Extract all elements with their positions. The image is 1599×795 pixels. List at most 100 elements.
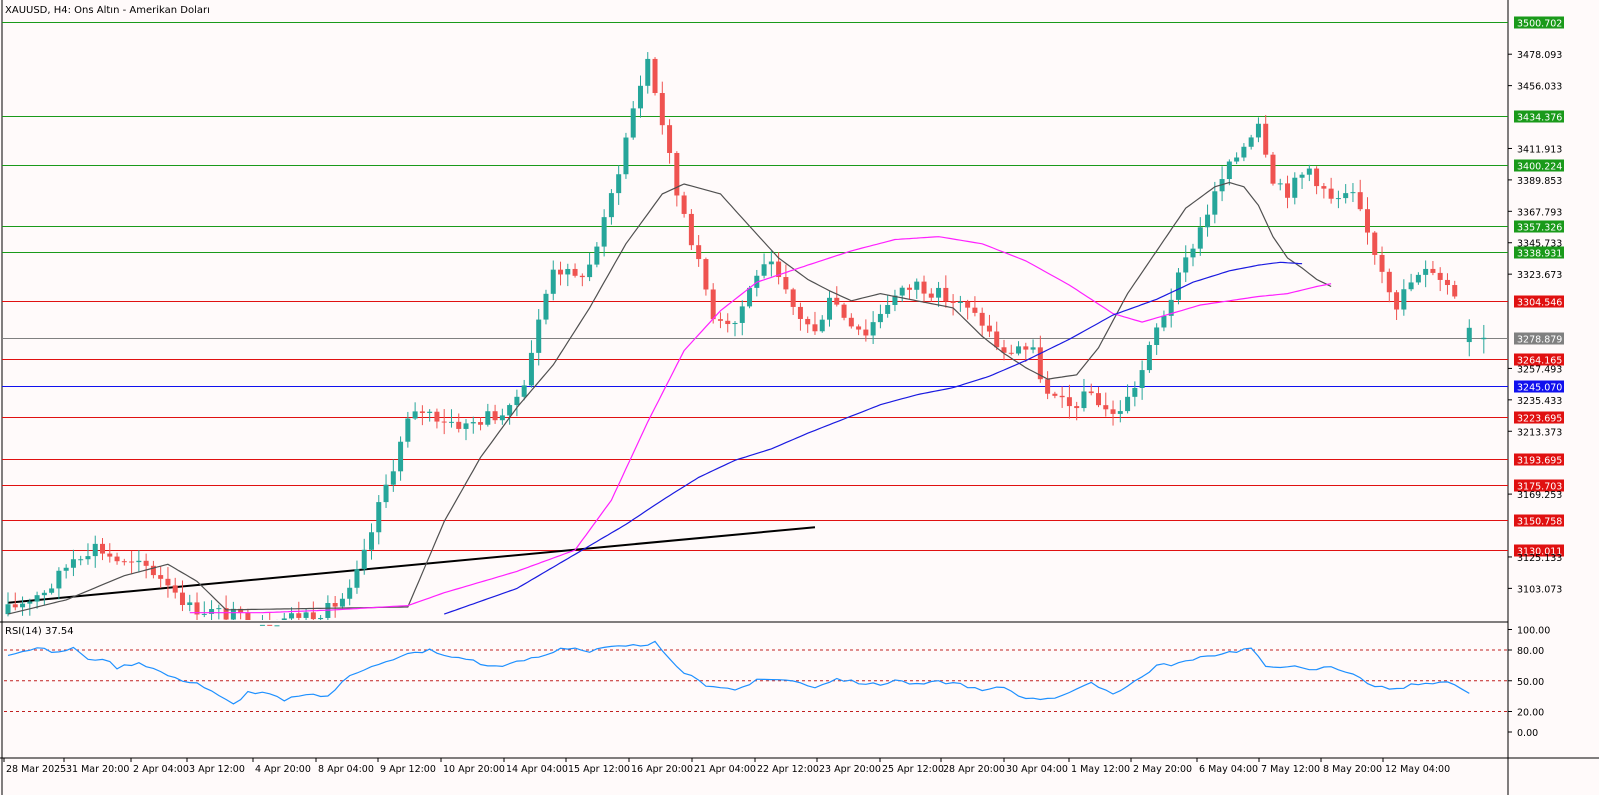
bull-candle (136, 560, 142, 563)
bull-candle (1125, 396, 1131, 412)
time-tick-label: 6 May 04:00 (1199, 764, 1258, 775)
time-tick-label: 7 May 12:00 (1261, 764, 1320, 775)
bull-candle (827, 297, 833, 320)
bull-candle (1255, 123, 1261, 138)
bull-candle (1350, 192, 1356, 194)
bull-candle (1408, 282, 1414, 290)
bear-candle (1285, 183, 1291, 198)
bear-candle (703, 259, 709, 290)
bull-candle (1241, 146, 1247, 158)
bear-candle (805, 318, 811, 325)
bear-candle (419, 411, 425, 414)
bull-candle (594, 246, 600, 265)
bear-candle (310, 612, 316, 620)
bull-candle (318, 617, 324, 620)
price-tick-label: 3345.733 (1517, 239, 1562, 250)
bear-candle (332, 603, 338, 607)
bear-candle (1386, 271, 1392, 293)
bear-candle (1059, 395, 1065, 398)
bull-candle (761, 264, 767, 276)
current_price-level-label: 3278.879 (1517, 335, 1562, 346)
time-tick-label: 30 Apr 04:00 (1006, 764, 1068, 775)
price-tick-label: 3389.853 (1517, 176, 1562, 187)
bull-candle (56, 570, 62, 589)
bull-candle (427, 411, 433, 414)
bear-candle (841, 304, 847, 318)
bull-candle (347, 587, 353, 599)
bull-candle (870, 322, 876, 336)
bull-candle (259, 624, 265, 626)
time-tick-label: 10 Apr 20:00 (443, 764, 505, 775)
bear-candle (906, 287, 912, 290)
bull-candle (27, 601, 33, 604)
time-tick-label: 31 Mar 20:00 (66, 764, 129, 775)
bear-candle (121, 561, 127, 563)
bull-candle (376, 502, 382, 533)
bull-candle (550, 269, 556, 294)
bull-candle (1306, 168, 1312, 175)
time-tick-label: 16 Apr 20:00 (631, 764, 693, 775)
rsi-label: RSI(14) 37.54 (5, 626, 74, 637)
bull-candle (623, 137, 629, 175)
bear-candle (1263, 123, 1269, 155)
support-level-label: 3193.695 (1517, 456, 1562, 467)
price-tick-label: 3478.093 (1517, 50, 1562, 61)
bull-candle (608, 193, 614, 218)
bull-candle (5, 604, 11, 615)
bear-candle (667, 125, 673, 153)
bull-candle (230, 608, 236, 620)
bear-candle (848, 317, 854, 327)
bear-candle (245, 612, 251, 620)
time-tick-label: 28 Mar 2025 (6, 764, 66, 775)
bear-candle (710, 289, 716, 320)
bear-candle (179, 592, 185, 606)
bull-candle (390, 471, 396, 485)
price-tick-label: 3367.793 (1517, 207, 1562, 218)
time-tick-label: 21 Apr 04:00 (694, 764, 756, 775)
bull-candle (616, 174, 622, 194)
bull-candle (1466, 327, 1472, 343)
time-tick-label: 4 Apr 20:00 (255, 764, 311, 775)
bear-candle (1052, 393, 1058, 396)
bear-candle (659, 93, 665, 126)
bull-candle (1226, 161, 1232, 180)
bull-candle (877, 313, 883, 323)
bear-candle (943, 287, 949, 302)
time-tick-label: 8 May 20:00 (1323, 764, 1382, 775)
bear-candle (1437, 272, 1443, 280)
bull-candle (1212, 191, 1218, 215)
price-tick-label: 3257.493 (1517, 364, 1562, 375)
bear-candle (921, 281, 927, 294)
bear-candle (1314, 168, 1320, 187)
bull-candle (361, 549, 367, 570)
bull-candle (1190, 248, 1196, 258)
bull-candle (1139, 370, 1145, 388)
time-tick-label: 2 May 20:00 (1133, 764, 1192, 775)
bull-candle (49, 588, 55, 593)
bull-candle (398, 441, 404, 472)
bull-candle (528, 352, 534, 386)
bull-candle (383, 484, 389, 503)
bull-candle (1277, 183, 1283, 185)
chart-title: XAUUSD, H4: Ons Altın - Amerikan Doları (5, 5, 210, 16)
bull-candle (587, 264, 593, 278)
resistance-level-label: 3500.702 (1517, 19, 1562, 30)
price-tick-label: 3456.033 (1517, 82, 1562, 93)
bull-candle (536, 319, 542, 353)
rsi-tick-label: 50.00 (1517, 677, 1544, 688)
bear-candle (986, 325, 992, 332)
chart-window: 3500.702 3434.376 3400.224 3357.326 3338.931… (0, 0, 1599, 795)
bear-candle (1328, 188, 1334, 199)
bear-candle (478, 422, 484, 425)
bear-candle (129, 561, 135, 563)
bear-candle (1364, 209, 1370, 233)
bull-candle (936, 287, 942, 298)
bear-candle (441, 421, 447, 423)
bear-candle (1066, 397, 1072, 407)
price-tick-label: 3235.433 (1517, 396, 1562, 407)
bear-candle (1452, 285, 1458, 297)
bear-candle (994, 331, 1000, 348)
bull-candle (768, 261, 774, 265)
bear-candle (143, 560, 149, 566)
bear-candle (492, 411, 498, 421)
